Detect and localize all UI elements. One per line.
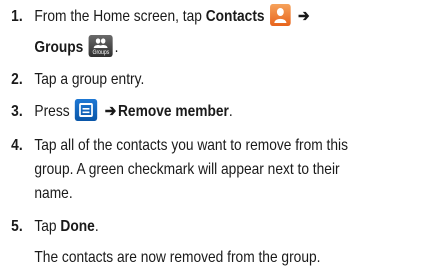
step-number: 4. [11, 137, 23, 154]
step-text: From the Home screen, tap Contacts ➔ [34, 3, 311, 29]
remove-member-label: Remove member [117, 103, 229, 120]
step-number: 5. [11, 218, 23, 235]
menu-key-icon [75, 98, 98, 121]
result-text: The contacts are now removed from the gr… [34, 249, 321, 266]
groups-label: Groups [34, 39, 84, 56]
step-number: 2. [11, 71, 23, 88]
done-label: Done [60, 218, 95, 235]
arrow-icon: ➔ [298, 8, 310, 25]
groups-tab-icon: Groups [88, 34, 113, 57]
contacts-label: Contacts [205, 8, 265, 25]
step-text: Tap a group entry. [34, 71, 145, 88]
step-number: 1. [11, 8, 23, 25]
contacts-app-icon [270, 3, 291, 26]
instructions-page: 1. From the Home screen, tap Contacts ➔ … [0, 0, 442, 278]
arrow-icon: ➔ [104, 103, 117, 120]
groups-icon-label: Groups [92, 49, 110, 56]
step-text: Press ➔ Remove member. [34, 98, 233, 124]
step-text: Tap Done. [34, 218, 99, 235]
step-number: 3. [11, 103, 23, 120]
step-text-line-1: Tap all of the contacts you want to remo… [34, 137, 348, 154]
